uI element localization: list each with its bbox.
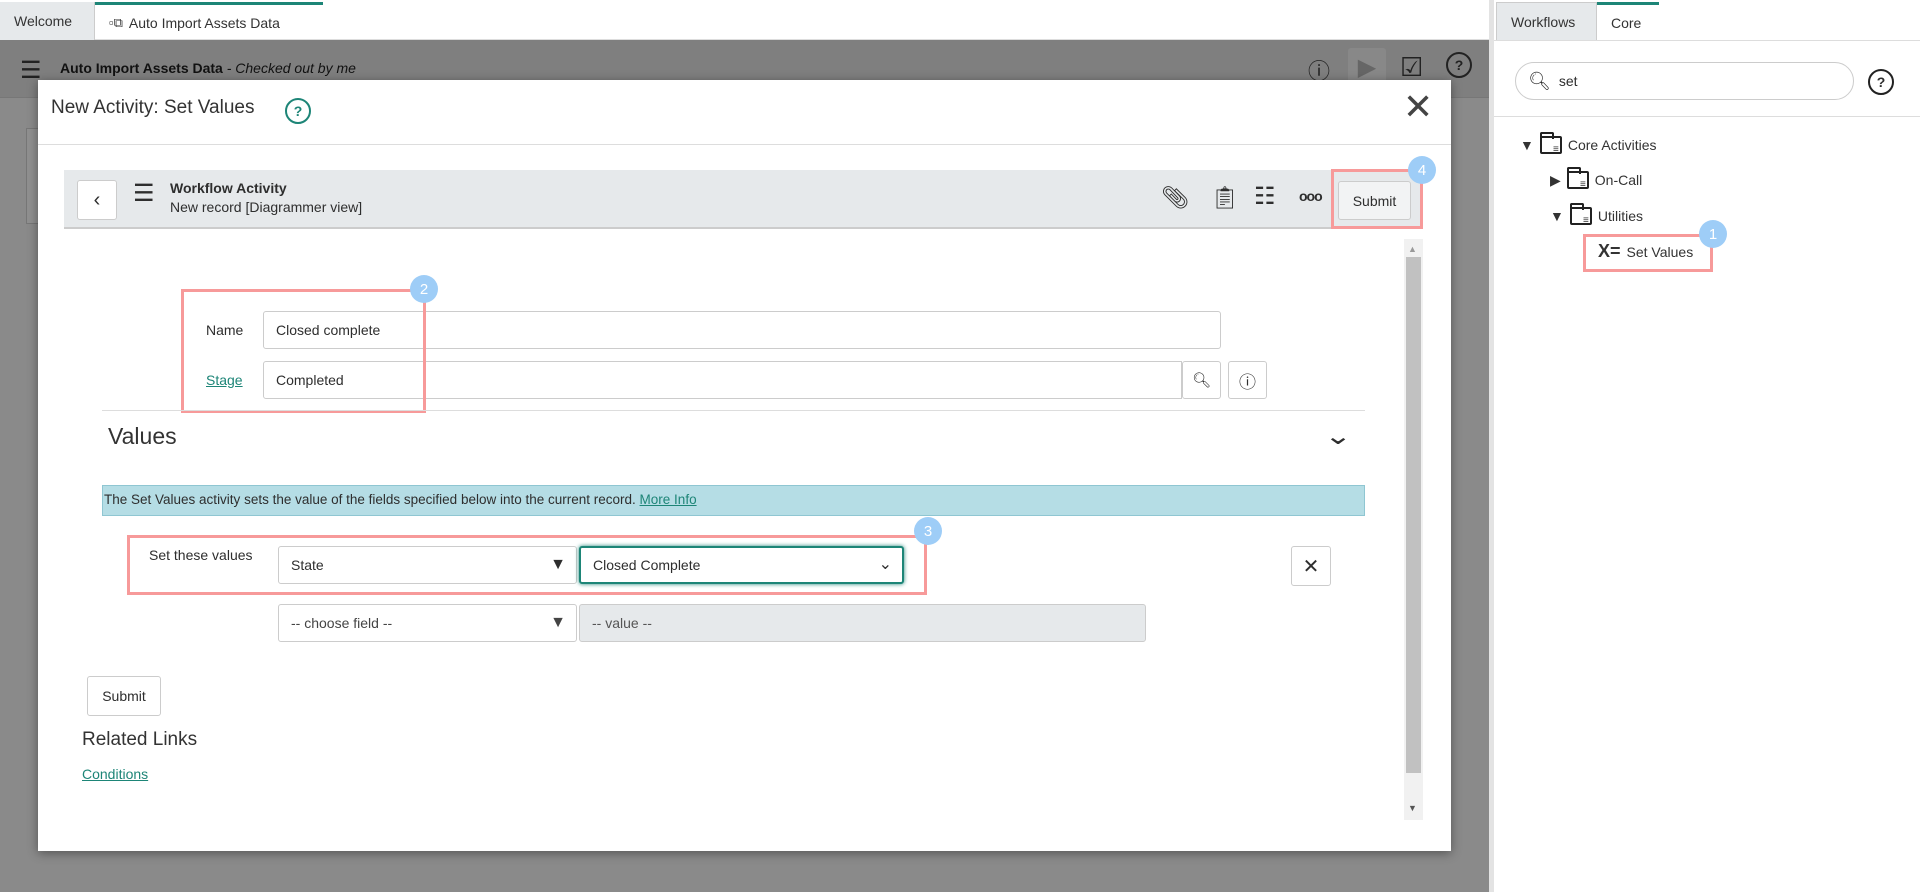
choose-field-placeholder: -- choose field -- [291,615,393,631]
folder-icon [1569,203,1592,226]
checkout-status: - Checked out by me [226,60,356,76]
expanded-triangle-icon: ▼ [1550,208,1564,224]
tab-workflow[interactable]: ▫⧉ Auto Import Assets Data [95,2,323,40]
more-info-link[interactable]: More Info [640,492,697,507]
conditions-link[interactable]: Conditions [82,766,148,782]
help-icon[interactable]: ? [1446,52,1472,78]
highlight-box-2 [181,289,426,413]
highlight-box-3 [127,535,927,595]
paperclip-icon[interactable]: 📎︎ [1161,185,1189,211]
values-heading: Values [108,423,177,449]
divider [38,144,1451,145]
remove-row-button[interactable]: ✕ [1291,546,1331,586]
chevron-down-icon[interactable]: ⌄ [1324,422,1352,451]
annotation-badge-4: 4 [1408,156,1436,184]
tab-welcome[interactable]: Welcome [0,2,95,40]
more-icon[interactable]: ooo [1299,188,1323,204]
new-activity-modal: New Activity: Set Values ? ✕ ‹ ☰ Workflo… [38,80,1451,851]
search-value: set [1558,73,1578,89]
checkbox-icon[interactable]: ☑ [1400,52,1423,83]
form-title: Workflow Activity [170,180,287,196]
tree-label: Utilities [1597,208,1643,224]
annotation-badge-2: 2 [410,275,438,303]
divider [102,410,1365,411]
close-icon[interactable]: ✕ [1403,86,1433,128]
info-icon[interactable]: ⓘ [1228,361,1267,399]
info-text: The Set Values activity sets the value o… [104,492,636,507]
menu-icon[interactable]: ☰ [133,182,155,206]
folder-icon [1539,132,1562,155]
tab-core[interactable]: Core [1597,2,1659,40]
workflow-title: Auto Import Assets Data [60,60,223,76]
search-icon[interactable]: 🔍︎ [1182,361,1221,399]
dropdown-arrow-icon: ▼ [550,614,566,631]
tab-label: Workflows [1511,13,1576,30]
value-input-2[interactable]: -- value -- [579,604,1146,642]
tree-item-core-activities[interactable]: ▼ Core Activities [1520,132,1657,155]
help-icon[interactable]: ? [1868,69,1894,95]
highlight-box-4 [1331,169,1423,229]
tab-label: Welcome [14,13,73,29]
annotation-badge-1: 1 [1699,220,1727,248]
help-icon[interactable]: ? [285,98,311,124]
back-button[interactable]: ‹ [77,180,117,220]
info-banner: The Set Values activity sets the value o… [102,485,1365,516]
clipboard-icon[interactable]: 📋︎ [1211,185,1239,211]
tab-label: Auto Import Assets Data [128,14,280,31]
collapsed-triangle-icon: ▶ [1550,171,1561,188]
related-links-heading: Related Links [82,729,198,750]
divider [1494,40,1920,41]
choose-field-select[interactable]: -- choose field -- ▼ [278,604,577,642]
folder-icon [1566,167,1589,190]
tree-item-utilities[interactable]: ▼ Utilities [1550,203,1643,226]
tab-label: Core [1611,14,1642,31]
divider [1494,116,1920,117]
submit-button-bottom[interactable]: Submit [87,676,161,716]
modal-title: New Activity: Set Values [51,97,255,118]
tree-label: On-Call [1594,172,1643,188]
scrollbar-thumb[interactable] [1406,257,1421,773]
search-input[interactable]: 🔍︎ set [1515,62,1854,100]
panel-splitter[interactable] [1489,0,1494,892]
search-icon: 🔍︎ [1528,70,1551,91]
sliders-icon[interactable]: ☷ [1254,182,1276,211]
tree-item-on-call[interactable]: ▶ On-Call [1550,167,1643,190]
tree-label: Core Activities [1567,137,1657,153]
highlight-box-1 [1583,234,1713,272]
expanded-triangle-icon: ▼ [1520,137,1534,153]
annotation-badge-3: 3 [914,517,942,545]
workflow-icon: ▫⧉ [109,14,123,30]
form-subtitle: New record [Diagrammer view] [170,199,363,215]
form-header: ‹ ☰ Workflow Activity New record [Diagra… [64,170,1423,229]
tab-workflows[interactable]: Workflows [1496,2,1597,40]
scrollbar[interactable]: ▲ ▼ [1404,239,1423,820]
